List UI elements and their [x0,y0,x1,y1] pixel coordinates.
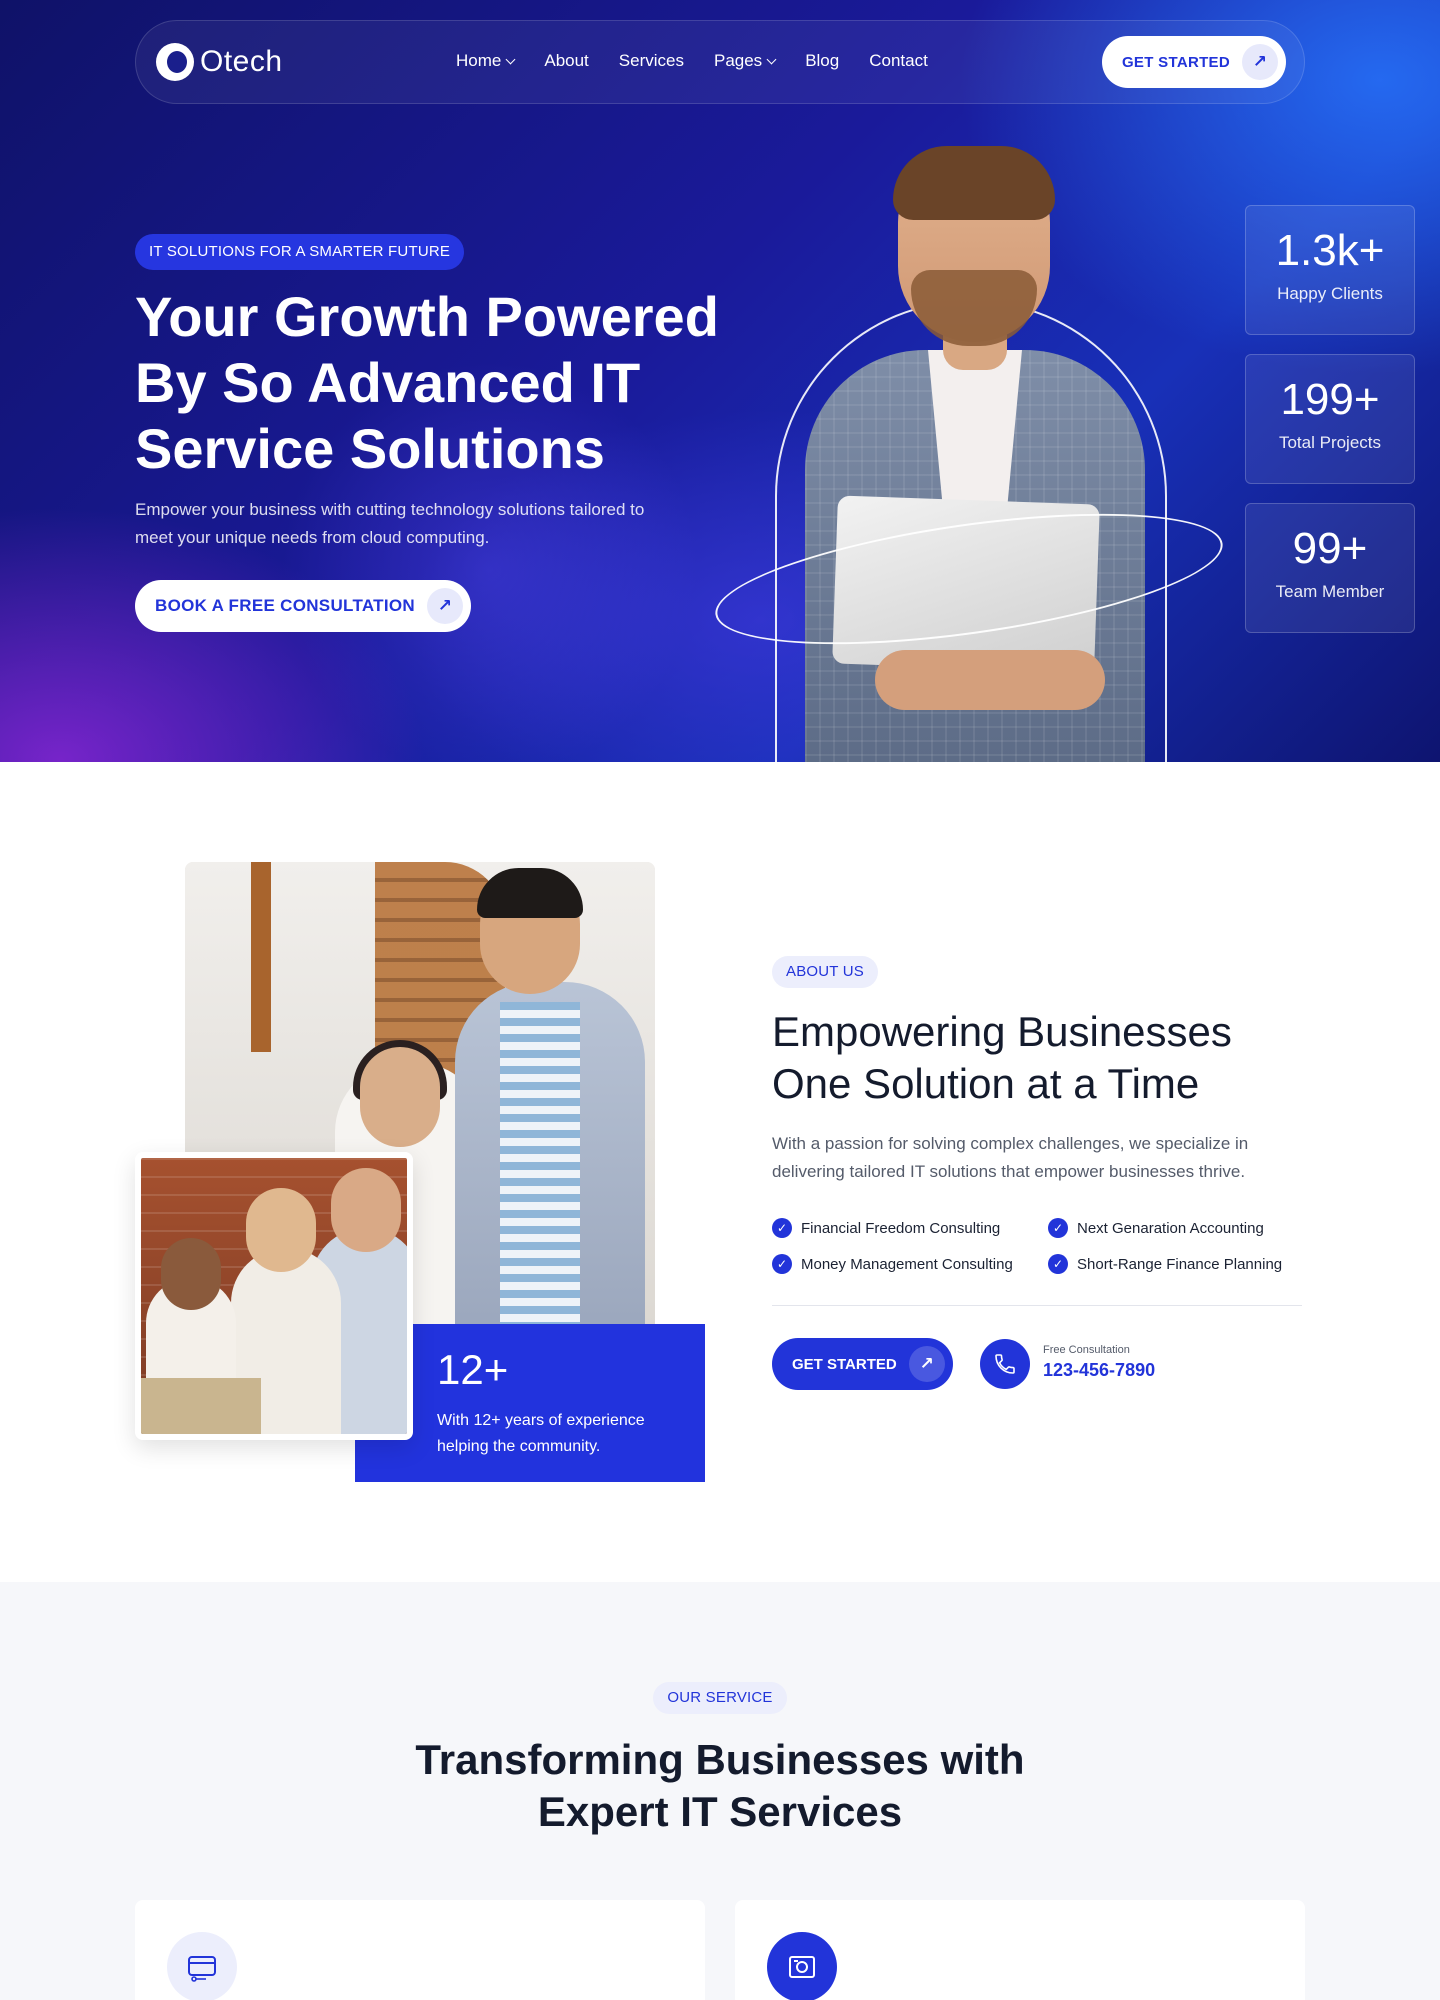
feature-label: Next Genaration Accounting [1077,1219,1264,1237]
book-consultation-button[interactable]: BOOK A FREE CONSULTATION ↗ [135,580,471,632]
feature-item: ✓ Financial Freedom Consulting [772,1218,1048,1238]
nav-link-label: Pages [713,51,763,70]
experience-text: With 12+ years of experience helping the… [437,1412,645,1455]
feature-item: ✓ Money Management Consulting [772,1254,1048,1274]
services-title-text: Transforming Businesses with Expert IT S… [415,1736,1025,1835]
stat-card-clients: 1.3k+ Happy Clients [1245,205,1415,335]
services-tag-wrap: OUR SERVICE [0,1682,1440,1714]
experience-value: 12+ [437,1346,509,1393]
about-get-started-button[interactable]: GET STARTED ↗ [772,1338,953,1390]
stat-card-projects: 199+ Total Projects [1245,354,1415,484]
logo-text: Otech [200,45,283,78]
photo-woman-head [360,1047,440,1147]
nav-links: Home About Services Pages Blog Contact [456,51,928,71]
hero-title: Your Growth Powered By So Advanced IT Se… [135,285,719,480]
services-tag: OUR SERVICE [653,1682,787,1714]
photo-man-shirt [500,1002,580,1332]
check-icon: ✓ [1048,1218,1068,1238]
video-monitor-icon [767,1932,837,2000]
stat-value: 199+ [1280,375,1380,424]
chevron-down-icon [766,54,777,64]
feature-list: ✓ Financial Freedom Consulting ✓ Next Gena… [772,1218,1332,1274]
photo-person-left-head [161,1238,221,1310]
nav-link-pages[interactable]: Pages [713,51,777,71]
nav-link-label: Blog [805,51,840,70]
about-section: 12+ With 12+ years of experience helping… [0,762,1440,1582]
feature-label: Financial Freedom Consulting [801,1219,1001,1237]
service-card[interactable] [735,1900,1305,2000]
hero-person-image [707,146,1235,762]
arrow-up-right-icon: ↗ [908,1346,945,1382]
check-icon: ✓ [772,1254,792,1274]
chevron-down-icon [505,54,516,64]
nav-link-services[interactable]: Services [619,51,684,71]
hands [875,650,1105,710]
stat-value: 1.3k+ [1275,226,1385,275]
nav-link-label: Services [618,51,684,70]
divider [772,1305,1302,1306]
photo-beam [251,862,271,1052]
about-meeting-photo [135,1152,413,1440]
feature-item: ✓ Next Genaration Accounting [1048,1218,1324,1238]
nav-link-home[interactable]: Home [456,51,516,71]
feature-label: Money Management Consulting [801,1255,1013,1273]
navbar: Otech Home About Services Pages Blog Con… [135,20,1305,104]
button-label: GET STARTED [1121,53,1230,71]
get-started-button[interactable]: GET STARTED ↗ [1101,36,1286,88]
stat-card-team: 99+ Team Member [1245,503,1415,633]
hair [893,146,1055,220]
hero-badge: IT SOLUTIONS FOR A SMARTER FUTURE [135,234,465,270]
stat-label: Team Member [1275,582,1385,601]
check-icon: ✓ [772,1218,792,1238]
about-tag: ABOUT US [772,956,879,988]
photo-laptop [141,1378,261,1434]
stat-value: 99+ [1292,524,1368,573]
button-label: GET STARTED [792,1355,897,1373]
service-card[interactable] [135,1900,705,2000]
button-label: BOOK A FREE CONSULTATION [155,596,415,615]
about-title: Empowering Businesses One Solution at a … [772,1008,1232,1107]
nav-link-contact[interactable]: Contact [869,51,928,71]
payment-card-icon [167,1932,237,2000]
phone-number-link[interactable]: 123-456-7890 [1043,1360,1155,1381]
hero-text: Empower your business with cutting techn… [135,500,645,547]
arrow-up-right-icon: ↗ [426,588,463,624]
feature-item: ✓ Short-Range Finance Planning [1048,1254,1324,1274]
nav-link-label: Home [456,51,502,70]
phone-label: Free Consultation [1043,1344,1130,1356]
check-icon: ✓ [1048,1254,1068,1274]
logo-icon [156,43,194,81]
nav-link-label: Contact [869,51,928,70]
stat-label: Happy Clients [1277,284,1383,303]
services-section: OUR SERVICE Transforming Businesses with… [0,1582,1440,2000]
nav-link-about[interactable]: About [544,51,588,71]
feature-label: Short-Range Finance Planning [1077,1255,1283,1273]
arrow-up-right-icon: ↗ [1242,44,1278,80]
photo-person-middle-head [246,1188,316,1272]
photo-person-right-head [331,1168,401,1252]
services-title: Transforming Businesses with Expert IT S… [0,1734,1440,1838]
nav-link-label: About [544,51,589,70]
logo[interactable]: Otech [156,43,283,81]
phone-icon[interactable] [980,1339,1030,1389]
about-text: With a passion for solving complex chall… [772,1134,1249,1181]
stat-label: Total Projects [1278,433,1382,452]
nav-link-blog[interactable]: Blog [805,51,839,71]
hero-section: Otech Home About Services Pages Blog Con… [0,0,1440,762]
